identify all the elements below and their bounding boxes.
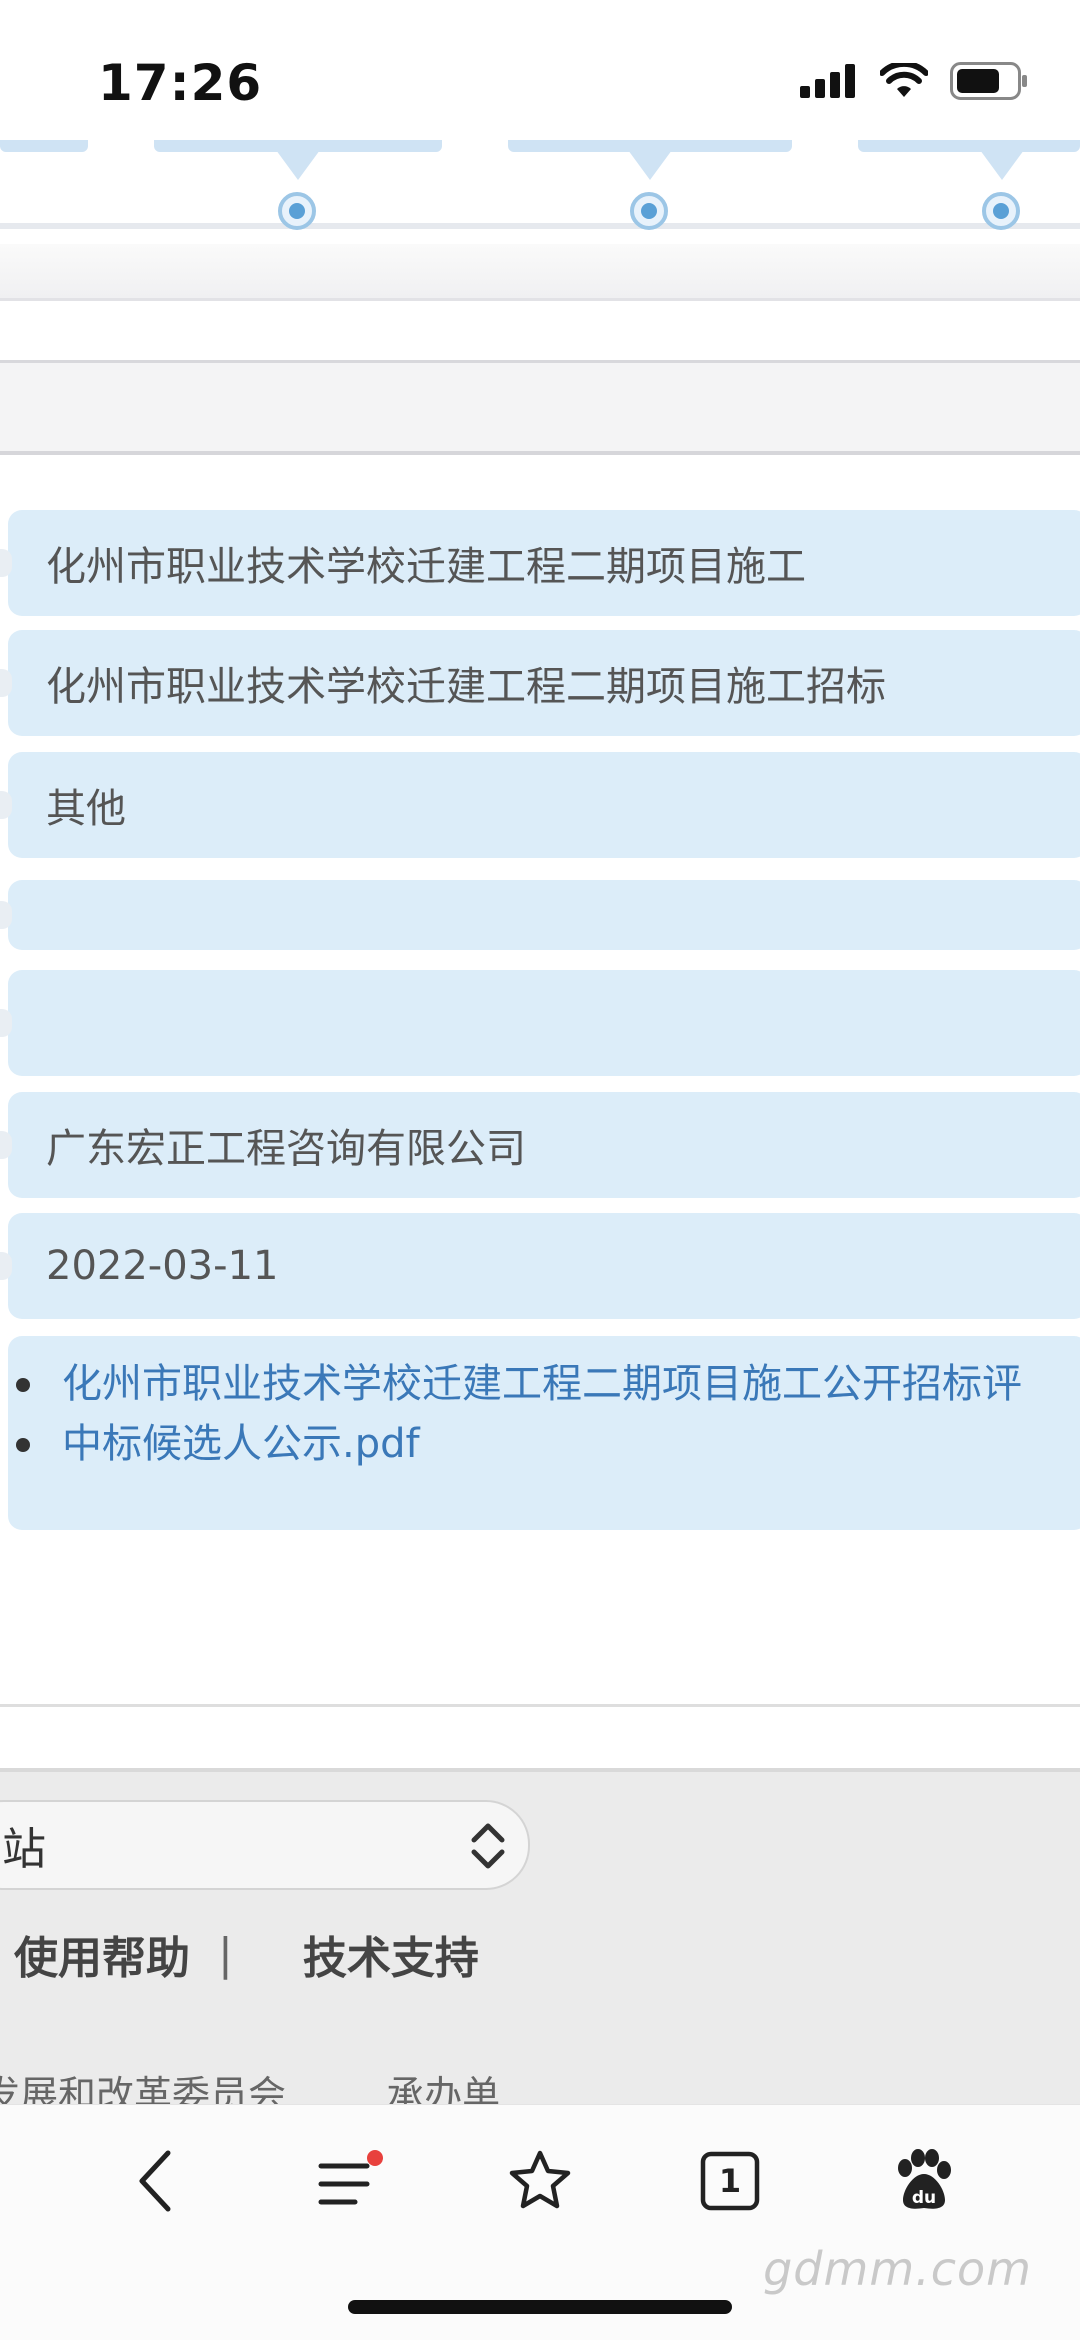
- date-value: 2022-03-11: [46, 1243, 279, 1289]
- battery-icon: [950, 62, 1027, 100]
- section-header-bar: [0, 360, 1080, 455]
- category-value: 其他: [46, 786, 126, 832]
- help-link[interactable]: 使用帮助: [14, 1922, 190, 1986]
- home-indicator[interactable]: [348, 2300, 732, 2314]
- baidu-paw-icon: du: [898, 2149, 951, 2209]
- date-field: 2022-03-11: [0, 1213, 1080, 1319]
- tender-name-field: 化州市职业技术学校迁建工程二期项目施工招标: [0, 630, 1080, 736]
- back-icon: [139, 2150, 171, 2212]
- attachment-link[interactable]: 中标候选人公示.pdf: [16, 1414, 1080, 1474]
- timeline-pointer: [980, 150, 1024, 180]
- signal-icon: [800, 64, 855, 98]
- timeline-segment: [0, 140, 88, 152]
- agency-value: 广东宏正工程咨询有限公司: [46, 1126, 526, 1172]
- tender-name-value: 化州市职业技术学校迁建工程二期项目施工招标: [46, 664, 886, 710]
- system-icons: [800, 62, 1028, 100]
- site-select-dropdown[interactable]: 站: [0, 1800, 530, 1890]
- wifi-icon: [880, 63, 928, 97]
- tab-count: 1: [718, 2162, 742, 2200]
- status-bar: 17:26: [0, 0, 1080, 140]
- timeline-divider: [0, 244, 1080, 301]
- link-separator: |: [218, 1928, 233, 1980]
- footer-divider: [0, 1704, 1080, 1707]
- timeline-pointer: [276, 150, 320, 180]
- tabs-button[interactable]: 1: [690, 2141, 770, 2221]
- bookmark-star-icon: [509, 2150, 571, 2209]
- menu-button[interactable]: [310, 2141, 390, 2221]
- menu-icon: [318, 2150, 383, 2205]
- attachment-list: 化州市职业技术学校迁建工程二期项目施工公开招标评 中标候选人公示.pdf: [8, 1336, 1080, 1474]
- project-name-field: 化州市职业技术学校迁建工程二期项目施工: [0, 510, 1080, 616]
- clock: 17:26: [98, 54, 263, 112]
- baidu-button[interactable]: du: [884, 2141, 964, 2221]
- agency-field: 广东宏正工程咨询有限公司: [0, 1092, 1080, 1198]
- footer-links: 使用帮助 | 技术支持: [14, 1922, 479, 1986]
- timeline-node[interactable]: [630, 192, 668, 230]
- attachments-field: 化州市职业技术学校迁建工程二期项目施工公开招标评 中标候选人公示.pdf: [8, 1336, 1080, 1530]
- svg-text:du: du: [912, 2188, 936, 2208]
- timeline-segment: [858, 140, 1080, 152]
- timeline-track: [0, 223, 1080, 229]
- bookmark-button[interactable]: [500, 2141, 580, 2221]
- project-name-value: 化州市职业技术学校迁建工程二期项目施工: [46, 544, 806, 590]
- category-field: 其他: [0, 752, 1080, 858]
- watermark: gdmm.com: [763, 2242, 1032, 2296]
- site-select-value: 站: [2, 1824, 46, 1875]
- empty-field: [0, 880, 1080, 950]
- timeline-node[interactable]: [982, 192, 1020, 230]
- chevron-up-down-icon: [471, 1823, 505, 1869]
- timeline-pointer: [628, 150, 672, 180]
- tech-support-link[interactable]: 技术支持: [303, 1922, 479, 1986]
- attachment-link[interactable]: 化州市职业技术学校迁建工程二期项目施工公开招标评: [16, 1354, 1080, 1414]
- empty-field: [0, 970, 1080, 1076]
- back-button[interactable]: [116, 2141, 196, 2221]
- timeline-node[interactable]: [278, 192, 316, 230]
